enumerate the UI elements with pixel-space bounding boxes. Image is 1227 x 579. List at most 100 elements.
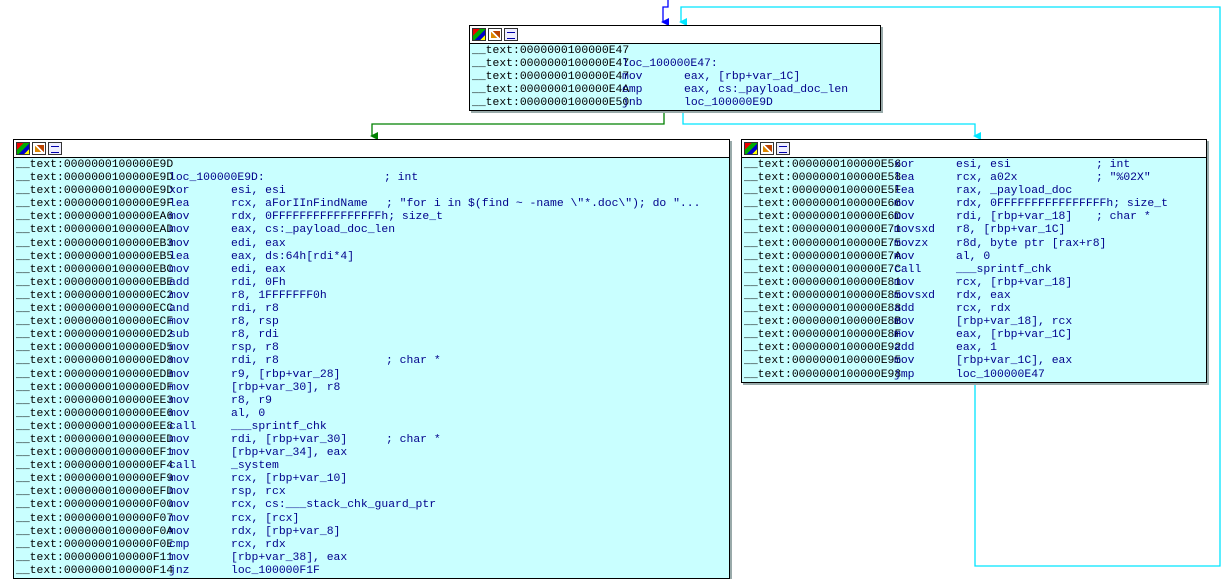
instruction-line[interactable]: __text:0000000100000E56 xor esi, esi; int xyxy=(744,159,1206,172)
instruction-operands[interactable]: esi, esi xyxy=(231,185,386,198)
instruction-line[interactable]: __text:0000000100000E4A cmp eax, cs:_paylo… xyxy=(472,84,880,97)
instruction-line[interactable]: __text:0000000100000E47 loc_100000E47: xyxy=(472,58,880,71)
instruction-line[interactable]: __text:0000000100000E88 add rcx, rdx xyxy=(744,303,1206,316)
instruction-line[interactable]: __text:0000000100000EB5 lea eax, ds:64h[rd… xyxy=(16,251,729,264)
instruction-line[interactable]: __text:0000000100000E66 mov rdx, 0FFFFFFFF… xyxy=(744,198,1206,211)
instruction-line[interactable]: __text:0000000100000E95 mov [rbp+var_1C], … xyxy=(744,355,1206,368)
instruction-operands[interactable]: rdi, [rbp+var_18] xyxy=(956,211,1096,224)
instruction-line[interactable]: __text:0000000100000E75 movzx r8d, byte pt… xyxy=(744,238,1206,251)
instruction-operands[interactable]: _system xyxy=(231,460,386,473)
instruction-operands[interactable]: rdx, [rbp+var_8] xyxy=(231,526,386,539)
instruction-line[interactable]: __text:0000000100000E8F mov eax, [rbp+var_… xyxy=(744,329,1206,342)
instruction-line[interactable]: __text:0000000100000E6D mov rdi, [rbp+var_… xyxy=(744,211,1206,224)
instruction-operands[interactable]: rsp, rcx xyxy=(231,486,386,499)
instruction-line[interactable]: __text:0000000100000ED8 mov rdi, r8; char … xyxy=(16,355,729,368)
instruction-operands[interactable]: r8, rdi xyxy=(231,329,386,342)
instruction-operands[interactable]: rdx, eax xyxy=(956,290,1096,303)
graph-overview-icon[interactable] xyxy=(776,142,790,155)
instruction-line[interactable]: __text:0000000100000E5F lea rax, _payload_… xyxy=(744,185,1206,198)
graph-overview-icon[interactable] xyxy=(48,142,62,155)
instruction-operands[interactable]: rdi, r8 xyxy=(231,355,386,368)
color-picker-icon[interactable] xyxy=(16,142,30,155)
code-block-left[interactable]: __text:0000000100000E9D __text:0000000100… xyxy=(13,139,730,579)
instruction-operands[interactable]: rcx, rdx xyxy=(231,539,386,552)
instruction-line[interactable]: __text:0000000100000E9D xyxy=(16,159,729,172)
instruction-operands[interactable]: [rbp+var_18], rcx xyxy=(956,316,1096,329)
instruction-line[interactable]: __text:0000000100000EED mov rdi, [rbp+var_… xyxy=(16,434,729,447)
instruction-line[interactable]: __text:0000000100000EF9 mov rcx, [rbp+var_… xyxy=(16,473,729,486)
rename-edit-icon[interactable] xyxy=(32,142,46,155)
instruction-operands[interactable]: al, 0 xyxy=(956,251,1096,264)
instruction-line[interactable]: __text:0000000100000E81 mov rcx, [rbp+var_… xyxy=(744,277,1206,290)
instruction-operands[interactable]: rcx, [rbp+var_10] xyxy=(231,473,386,486)
color-picker-icon[interactable] xyxy=(744,142,758,155)
instruction-operands[interactable]: loc_100000F1F xyxy=(231,565,386,578)
instruction-operands[interactable]: eax, [rbp+var_1C] xyxy=(684,71,824,84)
instruction-operands[interactable]: ___sprintf_chk xyxy=(956,264,1096,277)
instruction-operands[interactable]: r8, 1FFFFFFF0h xyxy=(231,290,386,303)
instruction-operands[interactable]: [rbp+var_38], eax xyxy=(231,552,386,565)
instruction-operands[interactable]: eax, ds:64h[rdi*4] xyxy=(231,251,386,264)
instruction-line[interactable]: __text:0000000100000E58 lea rcx, a02x; "%0… xyxy=(744,172,1206,185)
instruction-line[interactable]: __text:0000000100000E7A mov al, 0 xyxy=(744,251,1206,264)
instruction-line[interactable]: __text:0000000100000E85 movsxd rdx, eax xyxy=(744,290,1206,303)
instruction-operands[interactable]: rcx, cs:___stack_chk_guard_ptr xyxy=(231,499,436,512)
instruction-operands[interactable]: rdx, 0FFFFFFFFFFFFFFFFh xyxy=(956,198,1113,211)
instruction-operands[interactable]: [rbp+var_34], eax xyxy=(231,447,386,460)
instruction-operands[interactable]: rsp, r8 xyxy=(231,342,386,355)
instruction-operands[interactable]: rcx, aForIInFindName xyxy=(231,198,386,211)
instruction-operands[interactable]: eax, 1 xyxy=(956,342,1096,355)
instruction-line[interactable]: __text:0000000100000E8B mov [rbp+var_18], … xyxy=(744,316,1206,329)
instruction-line[interactable]: __text:0000000100000F0E cmp rcx, rdx xyxy=(16,539,729,552)
instruction-operands[interactable]: eax, cs:_payload_doc_len xyxy=(684,84,848,97)
instruction-line[interactable]: __text:0000000100000EDF mov [rbp+var_30], … xyxy=(16,382,729,395)
instruction-operands[interactable]: [rbp+var_1C], eax xyxy=(956,355,1096,368)
instruction-operands[interactable]: loc_100000E9D xyxy=(684,97,824,110)
instruction-line[interactable]: __text:0000000100000E47 mov eax, [rbp+var_… xyxy=(472,71,880,84)
instruction-operands[interactable]: edi, eax xyxy=(231,264,386,277)
instruction-operands[interactable]: [rbp+var_30], r8 xyxy=(231,382,386,395)
instruction-operands[interactable]: rcx, a02x xyxy=(956,172,1096,185)
instruction-operands[interactable]: rdx, 0FFFFFFFFFFFFFFFFh xyxy=(231,211,388,224)
instruction-operands[interactable]: r8, r9 xyxy=(231,395,386,408)
instruction-operands[interactable]: al, 0 xyxy=(231,408,386,421)
instruction-line[interactable]: __text:0000000100000EBC mov edi, eax xyxy=(16,264,729,277)
instruction-operands[interactable]: r8, [rbp+var_1C] xyxy=(956,224,1096,237)
instruction-line[interactable]: __text:0000000100000EDB mov r9, [rbp+var_2… xyxy=(16,369,729,382)
instruction-line[interactable]: __text:0000000100000E71 movsxd r8, [rbp+va… xyxy=(744,224,1206,237)
instruction-operands[interactable]: r8, rsp xyxy=(231,316,386,329)
instruction-operands[interactable]: edi, eax xyxy=(231,238,386,251)
location-label[interactable]: loc_100000E47: xyxy=(622,58,762,71)
code-block-top[interactable]: __text:0000000100000E47 __text:0000000100… xyxy=(469,25,881,112)
instruction-operands[interactable]: rdi, [rbp+var_30] xyxy=(231,434,386,447)
instruction-operands[interactable]: rdi, r8 xyxy=(231,303,386,316)
instruction-operands[interactable]: rcx, [rcx] xyxy=(231,513,386,526)
instruction-line[interactable]: __text:0000000100000EAD mov eax, cs:_paylo… xyxy=(16,224,729,237)
instruction-operands[interactable]: ___sprintf_chk xyxy=(231,421,386,434)
instruction-operands[interactable]: rax, _payload_doc xyxy=(956,185,1096,198)
instruction-line[interactable]: __text:0000000100000E9D xor esi, esi xyxy=(16,185,729,198)
graph-overview-icon[interactable] xyxy=(504,28,518,41)
instruction-line[interactable]: __text:0000000100000E50 jnb loc_100000E9D xyxy=(472,97,880,110)
color-picker-icon[interactable] xyxy=(472,28,486,41)
instruction-line[interactable]: __text:0000000100000E9F lea rcx, aForIInFi… xyxy=(16,198,729,211)
instruction-operands[interactable]: rdi, 0Fh xyxy=(231,277,386,290)
rename-edit-icon[interactable] xyxy=(488,28,502,41)
instruction-operands[interactable]: rcx, rdx xyxy=(956,303,1096,316)
instruction-operands[interactable]: r9, [rbp+var_28] xyxy=(231,369,386,382)
instruction-line[interactable]: __text:0000000100000EE8 call ___sprintf_ch… xyxy=(16,421,729,434)
instruction-line[interactable]: __text:0000000100000EB3 mov edi, eax xyxy=(16,238,729,251)
instruction-line[interactable]: __text:0000000100000EA6 mov rdx, 0FFFFFFFF… xyxy=(16,211,729,224)
instruction-line[interactable]: __text:0000000100000ED5 mov rsp, r8 xyxy=(16,342,729,355)
location-label[interactable]: loc_100000E9D: xyxy=(169,172,384,185)
instruction-operands[interactable]: eax, [rbp+var_1C] xyxy=(956,329,1096,342)
instruction-line[interactable]: __text:0000000100000EF4 call _system xyxy=(16,460,729,473)
instruction-line[interactable]: __text:0000000100000F00 mov rcx, cs:___sta… xyxy=(16,499,729,512)
instruction-line[interactable]: __text:0000000100000ECC and rdi, r8 xyxy=(16,303,729,316)
instruction-line[interactable]: __text:0000000100000F07 mov rcx, [rcx] xyxy=(16,513,729,526)
instruction-operands[interactable]: loc_100000E47 xyxy=(956,369,1096,382)
instruction-line[interactable]: __text:0000000100000EE6 mov al, 0 xyxy=(16,408,729,421)
code-block-right[interactable]: __text:0000000100000E56 xor esi, esi; int _… xyxy=(741,139,1207,383)
instruction-operands[interactable]: eax, cs:_payload_doc_len xyxy=(231,224,395,237)
instruction-line[interactable]: __text:0000000100000F0A mov rdx, [rbp+var_… xyxy=(16,526,729,539)
